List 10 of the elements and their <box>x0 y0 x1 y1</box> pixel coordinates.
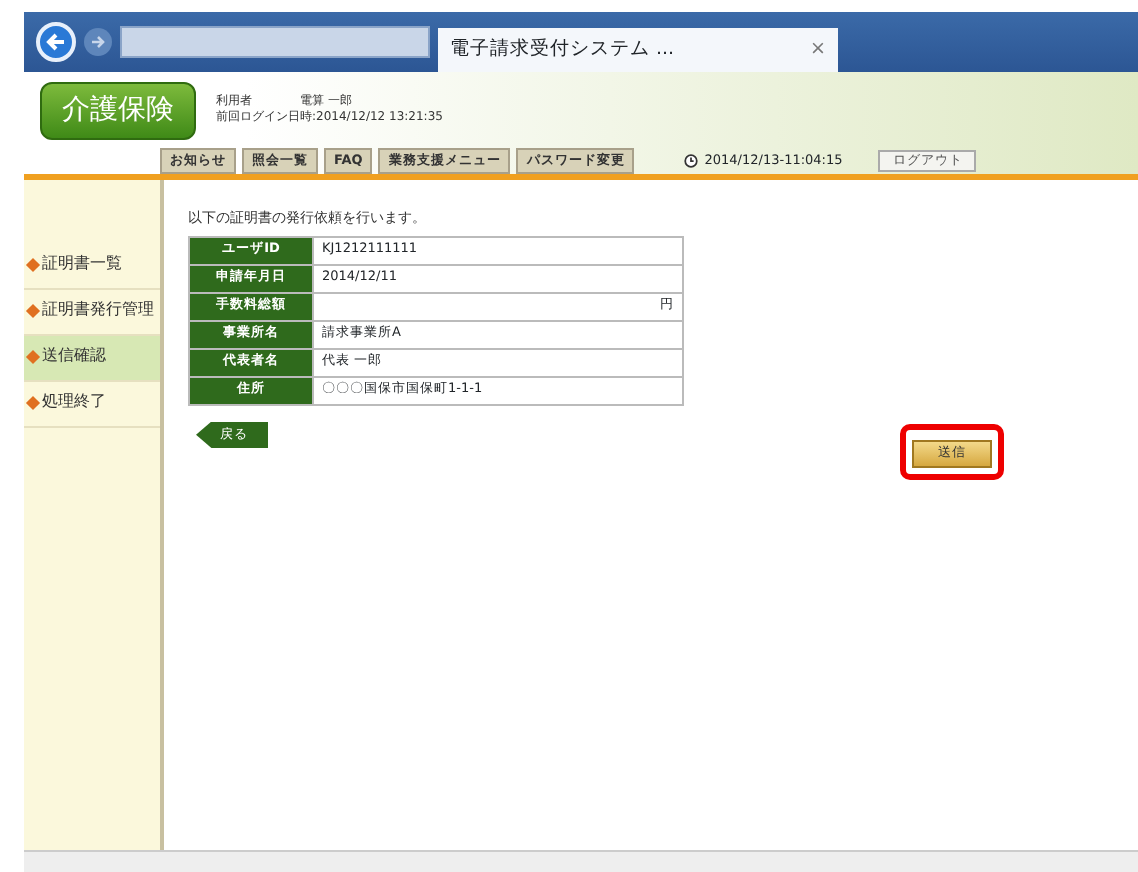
logo: 介護保険 <box>40 81 196 139</box>
back-icon[interactable] <box>36 22 76 62</box>
sidebar-item[interactable]: 処理終了 <box>24 382 160 428</box>
sidebar-item[interactable]: 送信確認 <box>24 336 160 382</box>
scrollbar[interactable] <box>24 850 1138 872</box>
browser-tab[interactable]: 電子請求受付システム ... × <box>438 28 838 72</box>
address-field[interactable] <box>120 26 430 58</box>
clock-icon <box>684 154 699 168</box>
sidebar-item[interactable]: 証明書一覧 <box>24 244 160 290</box>
forward-icon[interactable] <box>84 28 112 56</box>
